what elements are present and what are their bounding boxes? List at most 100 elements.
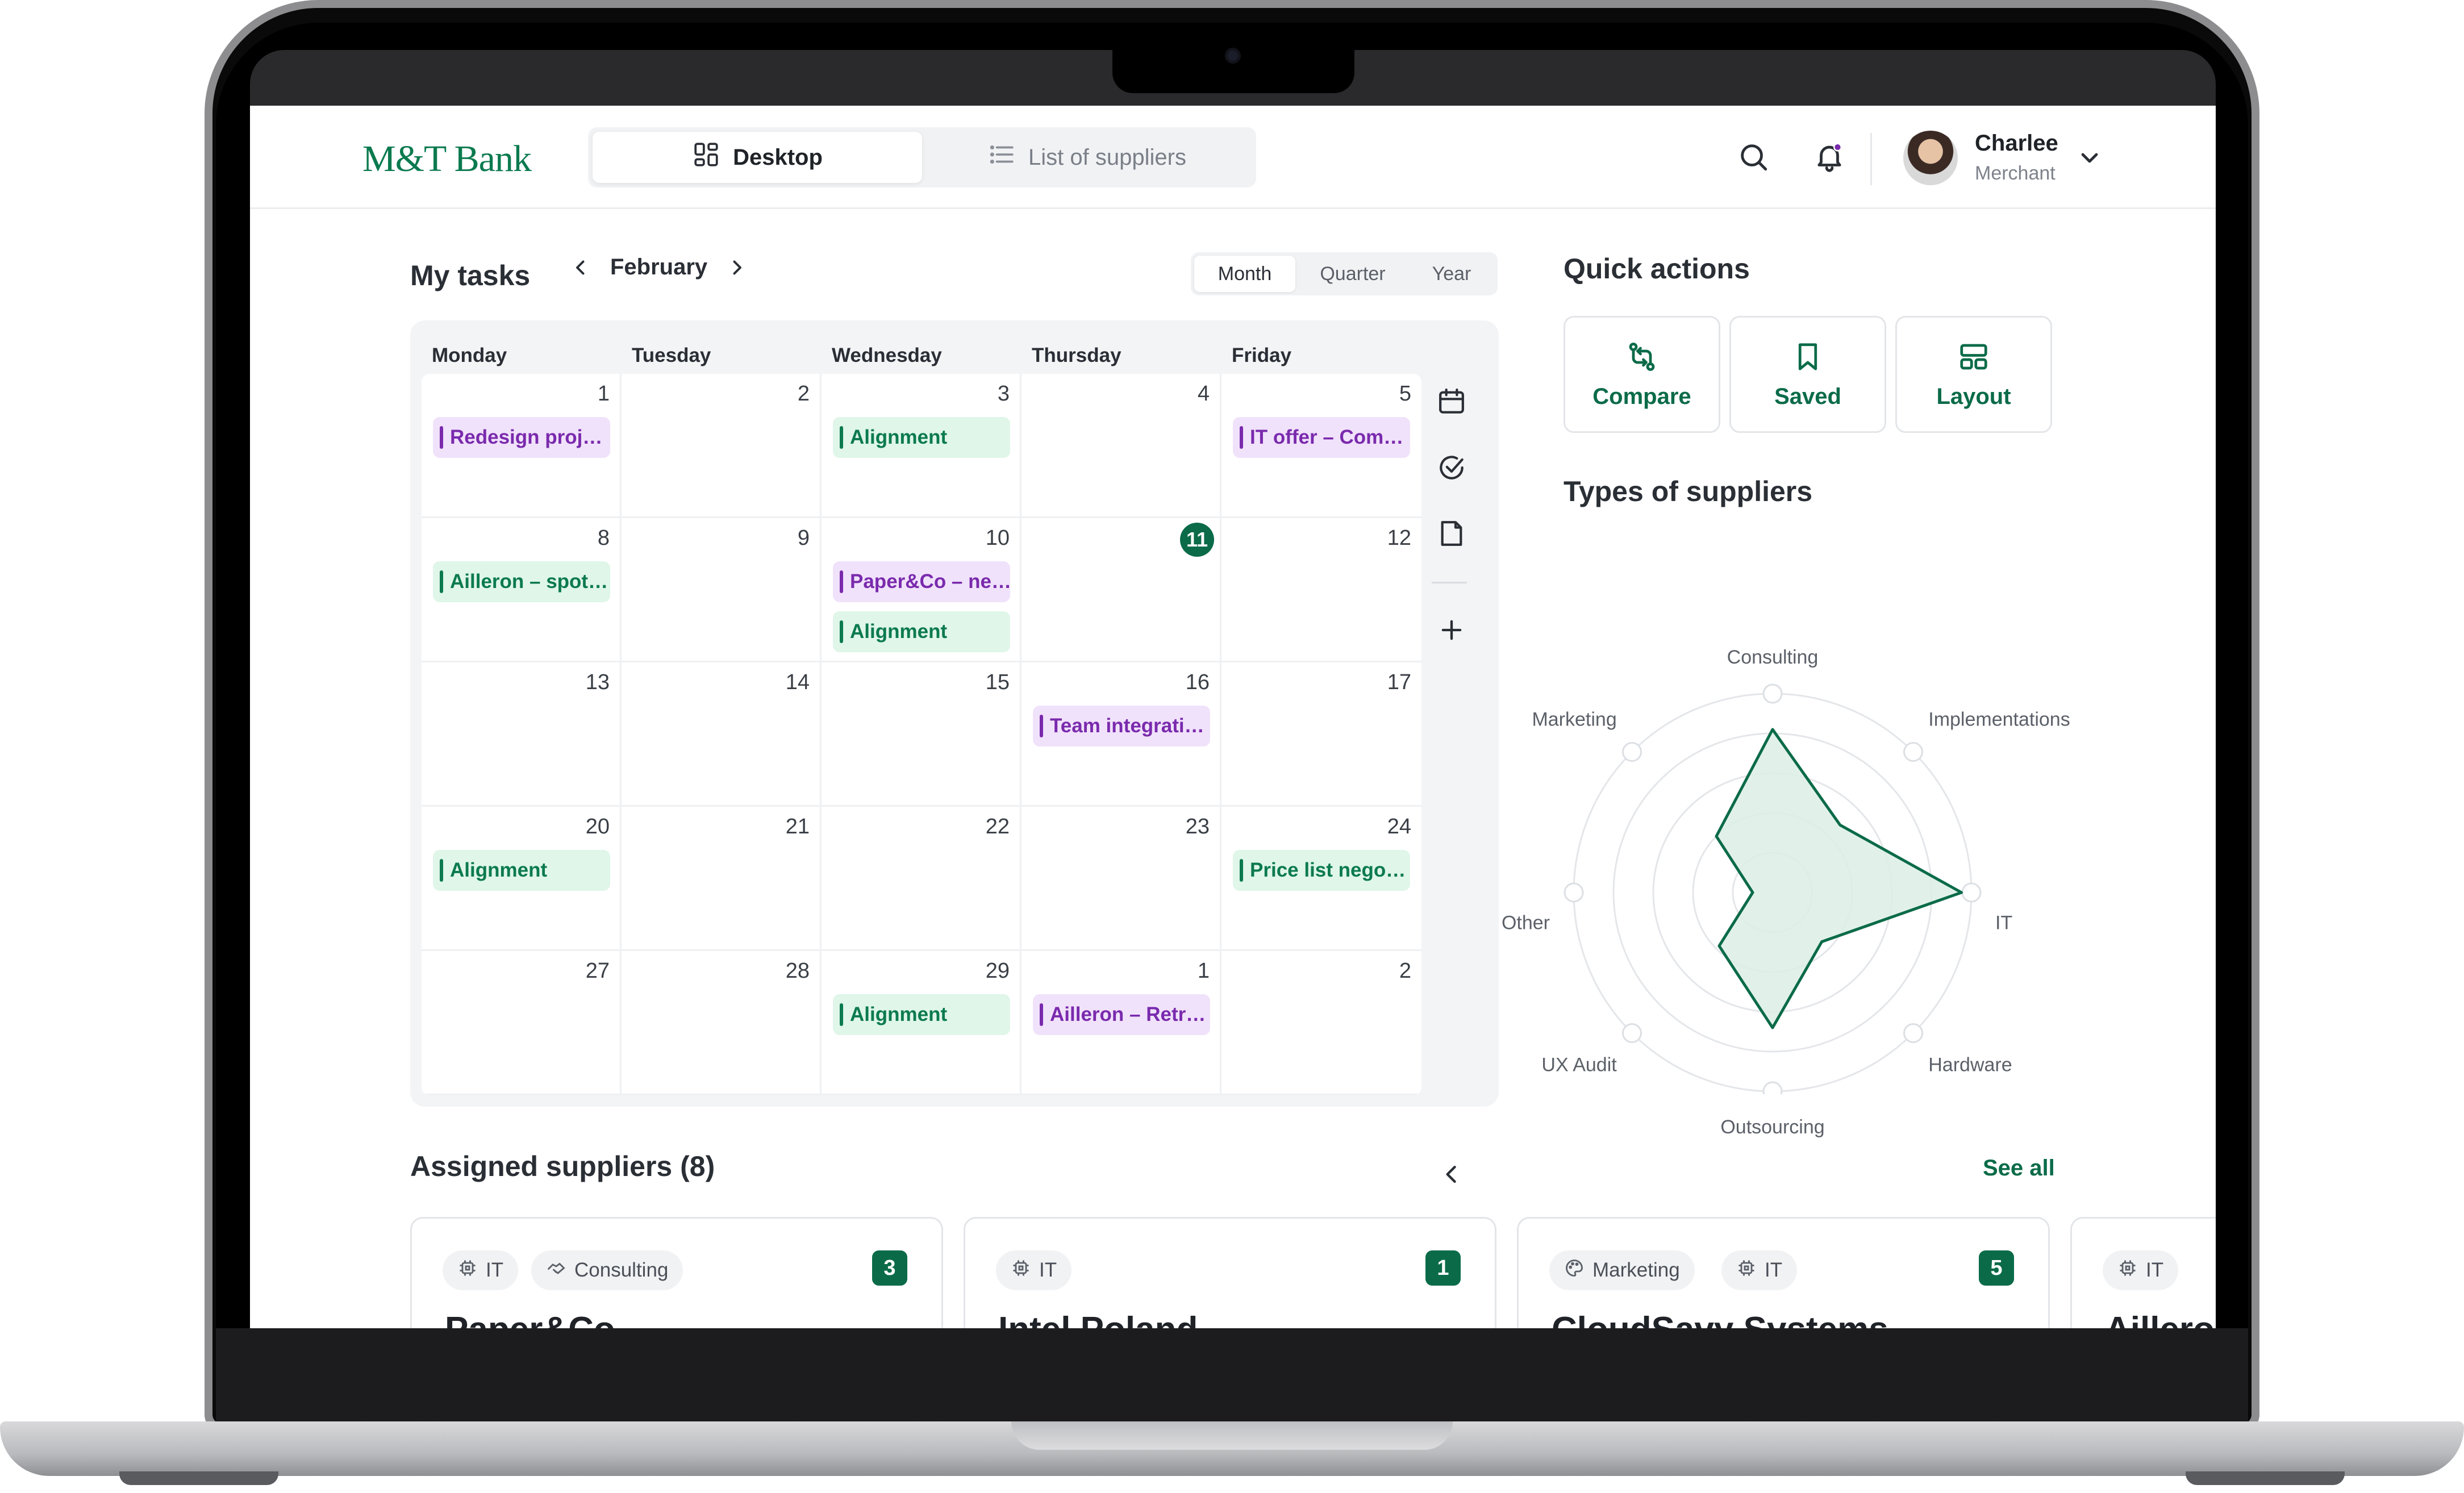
calendar-day-cell[interactable]: 23 (1022, 807, 1221, 951)
calendar-event[interactable]: Alignment (833, 994, 1010, 1035)
radar-axis-label: Consulting (1727, 646, 1819, 668)
supplier-count-badge: 1 (1425, 1250, 1461, 1286)
radar-axis-label: Implementations (1928, 708, 2070, 731)
search-button[interactable] (1735, 139, 1771, 175)
calendar-day-cell[interactable]: 21 (622, 807, 822, 951)
supplier-name[interactable]: Ailleron (2105, 1309, 2216, 1328)
day-number: 23 (1185, 815, 1210, 839)
calendar-event[interactable]: Ailleron – spot… (433, 561, 610, 602)
calendar-day-cell[interactable]: 12 (1221, 518, 1421, 662)
supplier-tag: Consulting (531, 1250, 683, 1290)
next-month-button[interactable] (724, 255, 749, 280)
notifications-button[interactable] (1811, 139, 1848, 175)
radar-series-area (1715, 728, 1963, 1029)
supplier-tag-label: IT (1765, 1259, 1783, 1281)
calendar-day-cell[interactable]: 28 (622, 951, 822, 1095)
calendar-day-cell[interactable]: 16 Team integrati… (1022, 662, 1221, 807)
radar-axis-dot (1903, 742, 1923, 762)
calendar-day-cell[interactable]: 10 Paper&Co – ne… Alignment (822, 518, 1022, 662)
supplier-card[interactable]: IT Ailleron (2070, 1217, 2216, 1328)
list-icon (987, 140, 1016, 174)
calendar-day-cell[interactable]: 9 (622, 518, 822, 662)
calendar-event[interactable]: Alignment (833, 417, 1010, 458)
assigned-suppliers-title: Assigned suppliers (8) (410, 1150, 715, 1182)
add-task-button[interactable] (1433, 611, 1470, 649)
calendar-day-cell[interactable]: 27 (422, 951, 622, 1095)
day-number: 16 (1185, 670, 1210, 694)
calendar-event[interactable]: Redesign proj… (433, 417, 610, 458)
calendar-day-cell[interactable]: 8 Ailleron – spot… (422, 518, 622, 662)
calendar-view-button[interactable] (1433, 383, 1470, 420)
supplier-count-badge: 5 (1979, 1250, 2014, 1286)
calendar-day-cell[interactable]: 2 (1221, 951, 1421, 1095)
day-number: 1 (1197, 959, 1210, 983)
calendar-day-cell[interactable]: 17 (1221, 662, 1421, 807)
notes-button[interactable] (1433, 515, 1470, 552)
chip-icon (1736, 1258, 1757, 1283)
compare-arrows-icon (1629, 342, 1655, 371)
collapse-toolbar-button[interactable] (1433, 1156, 1470, 1193)
calendar-day-cell[interactable]: 2 (622, 374, 822, 518)
see-all-link[interactable]: See all (1983, 1156, 2055, 1181)
calendar-day-cell[interactable]: 15 (822, 662, 1022, 807)
supplier-card[interactable]: Marketing IT 5 CloudSavy Systems (1517, 1217, 2050, 1328)
compare-button[interactable]: Compare (1564, 316, 1720, 433)
calendar-day-cell[interactable]: 11 (1022, 518, 1221, 662)
tasks-title: My tasks (410, 260, 531, 291)
tab-desktop[interactable]: Desktop (593, 132, 922, 183)
calendar-day-cell[interactable]: 5 IT offer – Com… (1221, 374, 1421, 518)
calendar-event[interactable]: Paper&Co – ne… (833, 561, 1010, 602)
today-badge: 11 (1180, 523, 1214, 557)
calendar-day-cell[interactable]: 3 Alignment (822, 374, 1022, 518)
calendar-event[interactable]: Alignment (433, 850, 610, 891)
calendar-day-cell[interactable]: 4 (1022, 374, 1221, 518)
saved-button[interactable]: Saved (1729, 316, 1886, 433)
calendar-event[interactable]: Price list nego… (1233, 850, 1410, 891)
day-number: 17 (1387, 670, 1411, 694)
supplier-name[interactable]: CloudSavy Systems (1552, 1309, 1888, 1328)
weekday-header: Wednesday (832, 344, 942, 366)
camera-icon (1225, 48, 1241, 64)
day-number: 21 (785, 815, 810, 839)
brand-logo[interactable]: M&T Bank (362, 137, 532, 181)
supplier-name[interactable]: Intel Poland (998, 1309, 1198, 1328)
supplier-tag-label: IT (486, 1259, 504, 1281)
calendar-day-cell[interactable]: 22 (822, 807, 1022, 951)
range-year-button[interactable]: Year (1409, 256, 1494, 292)
tasks-done-button[interactable] (1433, 449, 1470, 486)
radar-axis-label: IT (1995, 912, 2013, 934)
supplier-count-badge: 3 (872, 1250, 907, 1286)
view-switcher: Desktop List of suppliers (588, 127, 1256, 187)
calendar-event[interactable]: IT offer – Com… (1233, 417, 1410, 458)
range-month-button[interactable]: Month (1194, 256, 1295, 292)
calendar-day-cell[interactable]: 29 Alignment (822, 951, 1022, 1095)
calendar-day-cell[interactable]: 13 (422, 662, 622, 807)
tab-desktop-label: Desktop (733, 144, 823, 170)
range-quarter-button[interactable]: Quarter (1299, 256, 1407, 292)
calendar-event[interactable]: Team integrati… (1033, 706, 1210, 746)
user-name[interactable]: Charlee (1975, 131, 2058, 156)
layout-button[interactable]: Layout (1895, 316, 2052, 433)
day-number: 12 (1387, 526, 1411, 550)
chevron-right-icon (733, 260, 742, 274)
tab-list-of-suppliers[interactable]: List of suppliers (922, 132, 1252, 183)
calendar-day-cell[interactable]: 1 Ailleron – Retr… (1022, 951, 1221, 1095)
supplier-card[interactable]: IT Consulting 3 Paper&Co (410, 1217, 943, 1328)
calendar-event[interactable]: Alignment (833, 611, 1010, 652)
prev-month-button[interactable] (568, 255, 593, 280)
radar-axis-dot (1762, 683, 1783, 704)
calendar-day-cell[interactable]: 1 Redesign proj… (422, 374, 622, 518)
user-menu-button[interactable] (2076, 147, 2103, 169)
day-number: 9 (797, 526, 810, 550)
calendar-day-cell[interactable]: 20 Alignment (422, 807, 622, 951)
calendar-day-cell[interactable]: 14 (622, 662, 822, 807)
supplier-tag: IT (2103, 1250, 2179, 1290)
weekday-header: Monday (432, 344, 507, 366)
calendar-event[interactable]: Ailleron – Retr… (1033, 994, 1210, 1035)
calendar-day-cell[interactable]: 24 Price list nego… (1221, 807, 1421, 951)
radar-axis-dot (1961, 882, 1982, 903)
supplier-card[interactable]: IT 1 Intel Poland (964, 1217, 1496, 1328)
supplier-name[interactable]: Paper&Co (445, 1309, 615, 1328)
handshake-icon (546, 1258, 566, 1283)
avatar[interactable] (1903, 131, 1958, 185)
